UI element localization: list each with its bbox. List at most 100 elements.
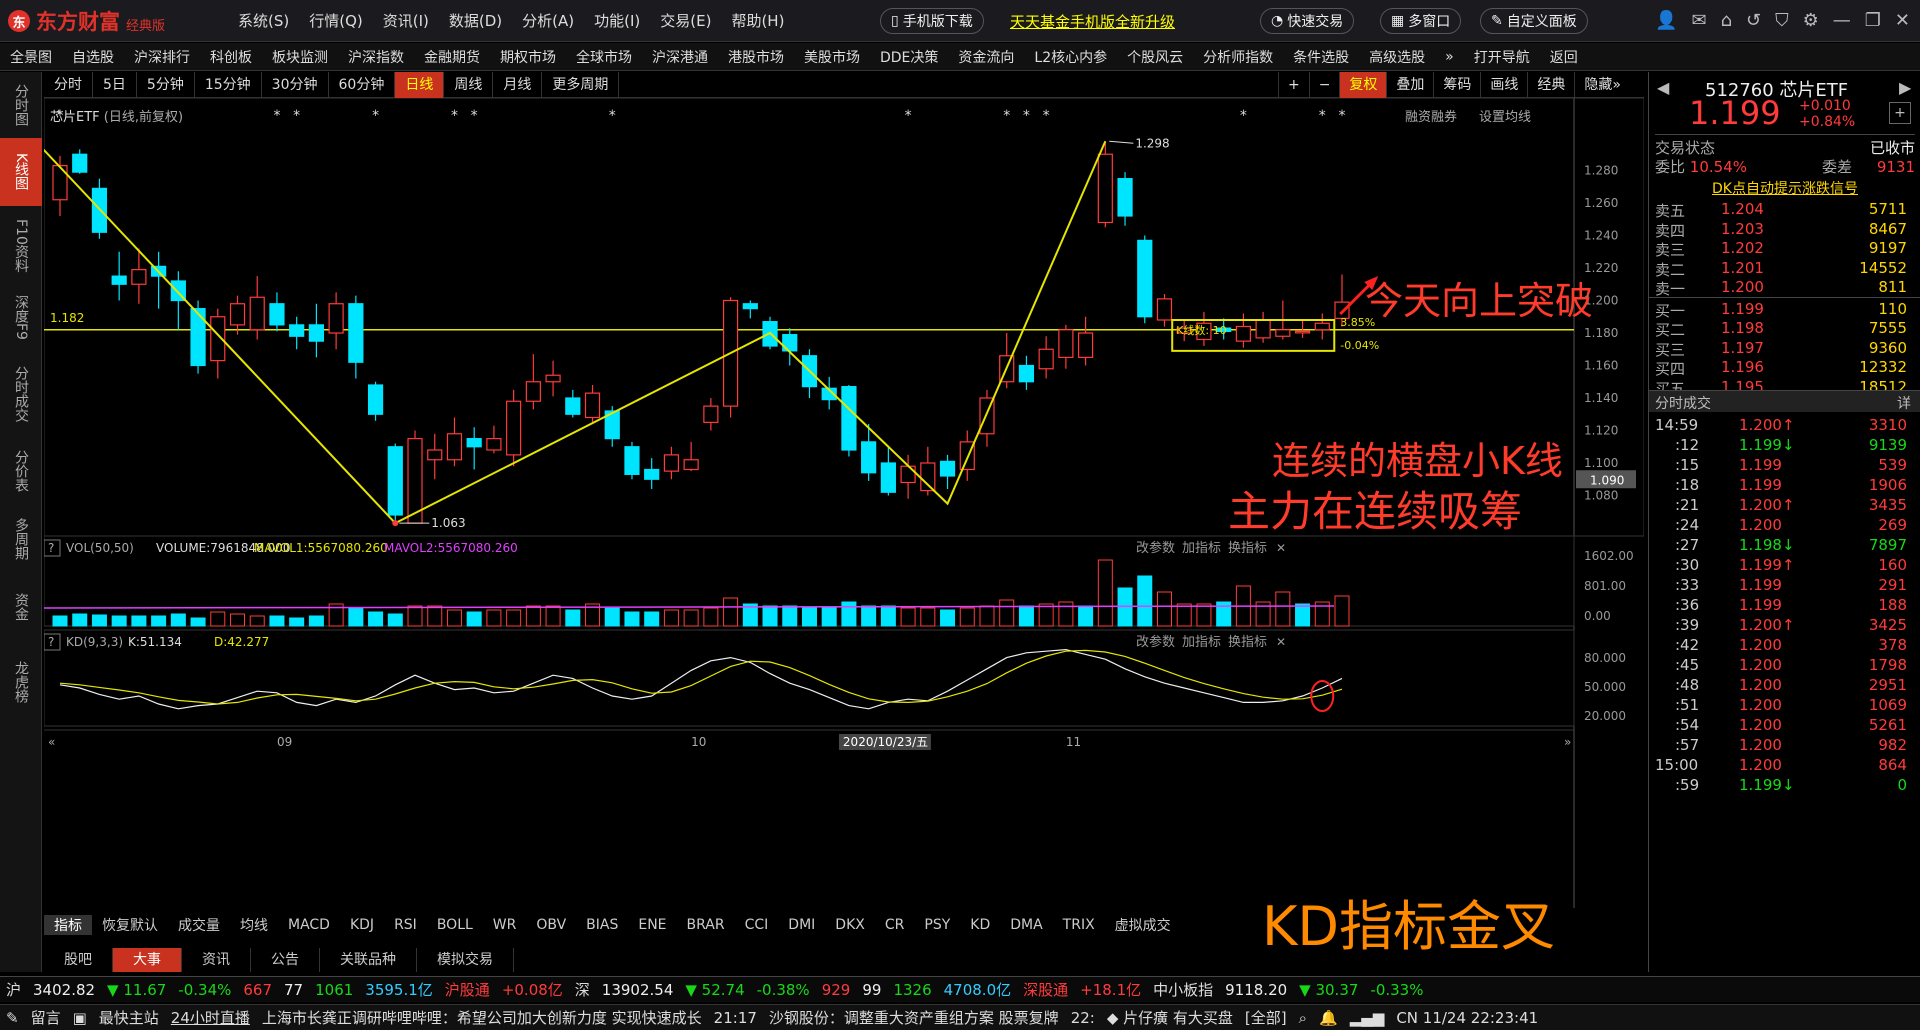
back-icon[interactable]: ↺ <box>1746 10 1761 31</box>
left-tab-1[interactable]: K线图 <box>0 138 42 206</box>
indicator-tab-12[interactable]: BRAR <box>677 917 735 933</box>
chart-tool-0[interactable]: + <box>1277 72 1309 98</box>
indicator-tab-5[interactable]: KDJ <box>340 917 384 933</box>
period-6[interactable]: 日线 <box>395 71 445 98</box>
nav-item-9[interactable]: 沪深港通 <box>642 47 718 67</box>
bottom-tab-3[interactable]: 公告 <box>251 948 320 972</box>
chart-tool-5[interactable]: 画线 <box>1480 72 1527 98</box>
nav-item-8[interactable]: 全球市场 <box>566 47 642 67</box>
chart-tool-3[interactable]: 叠加 <box>1386 72 1433 98</box>
nav-item-17[interactable]: 条件选股 <box>1283 47 1359 67</box>
minimize-icon[interactable]: — <box>1833 10 1851 31</box>
user-icon[interactable]: 👤 <box>1655 10 1677 31</box>
menu-item-0[interactable]: 系统(S) <box>238 10 289 31</box>
bottom-tab-0[interactable]: 股吧 <box>44 948 113 972</box>
chart-tool-1[interactable]: − <box>1308 72 1340 98</box>
indicator-tab-11[interactable]: ENE <box>628 917 676 933</box>
dk-signal-link[interactable]: DK点自动提示涨跌信号 <box>1649 178 1920 198</box>
indicator-tab-0[interactable]: 指标 <box>44 915 92 935</box>
bottom-tab-4[interactable]: 关联品种 <box>320 948 417 972</box>
multi-window-button[interactable]: ▦ 多窗口 <box>1380 8 1462 34</box>
nav-item-3[interactable]: 科创板 <box>200 47 262 67</box>
nav-item-6[interactable]: 金融期货 <box>414 47 490 67</box>
indicator-tab-10[interactable]: BIAS <box>576 917 628 933</box>
nav-item-19[interactable]: » <box>1435 49 1464 65</box>
nav-item-4[interactable]: 板块监测 <box>262 47 338 67</box>
custom-panel-button[interactable]: ✎ 自定义面板 <box>1480 8 1588 34</box>
left-tab-3[interactable]: 深度F9 <box>0 284 42 350</box>
period-0[interactable]: 分时 <box>44 71 93 98</box>
nav-item-15[interactable]: 个股风云 <box>1117 47 1193 67</box>
nav-item-20[interactable]: 打开导航 <box>1464 47 1540 67</box>
chart-tool-4[interactable]: 筹码 <box>1433 72 1480 98</box>
mobile-download-button[interactable]: ▯ 手机版下载 <box>880 8 984 34</box>
prev-security-arrow[interactable]: ◀ <box>1657 78 1669 97</box>
nav-item-14[interactable]: L2核心内参 <box>1024 47 1117 67</box>
left-tab-8[interactable]: 龙虎榜 <box>0 642 42 722</box>
menu-item-6[interactable]: 交易(E) <box>660 10 711 31</box>
menu-item-5[interactable]: 功能(I) <box>594 10 640 31</box>
menu-item-3[interactable]: 数据(D) <box>449 10 502 31</box>
menu-item-2[interactable]: 资讯(I) <box>383 10 429 31</box>
period-9[interactable]: 更多周期 <box>542 71 620 98</box>
live-link[interactable]: 24小时直播 <box>165 1007 256 1028</box>
period-2[interactable]: 5分钟 <box>137 71 195 98</box>
next-security-arrow[interactable]: ▶ <box>1899 78 1911 97</box>
chart-tool-7[interactable]: 隐藏» <box>1574 72 1630 98</box>
indicator-tab-2[interactable]: 成交量 <box>168 915 230 935</box>
period-4[interactable]: 30分钟 <box>262 71 329 98</box>
period-3[interactable]: 15分钟 <box>195 71 262 98</box>
indicator-tab-8[interactable]: WR <box>483 917 527 933</box>
period-5[interactable]: 60分钟 <box>329 71 396 98</box>
indicator-tab-15[interactable]: DKX <box>825 917 875 933</box>
indicator-tab-13[interactable]: CCI <box>735 917 779 933</box>
bottom-tab-5[interactable]: 模拟交易 <box>417 948 514 972</box>
indicator-tab-7[interactable]: BOLL <box>427 917 483 933</box>
news-item-1[interactable]: 上海市长龚正调研哔哩哔哩：希望公司加大创新力度 实现快速成长 <box>256 1007 708 1028</box>
message-icon[interactable]: ✎ <box>0 1009 25 1027</box>
nav-item-0[interactable]: 全景图 <box>0 47 62 67</box>
shirt-icon[interactable]: ⛉ <box>1775 10 1789 31</box>
indicator-tab-19[interactable]: DMA <box>1000 917 1052 933</box>
left-tab-6[interactable]: 多周期 <box>0 506 42 572</box>
news-item-3[interactable]: ◆ 片仔癀 有大买盘 <box>1101 1007 1239 1028</box>
indicator-tab-17[interactable]: PSY <box>914 917 960 933</box>
message-link[interactable]: 留言 <box>25 1007 67 1028</box>
period-1[interactable]: 5日 <box>93 71 137 98</box>
left-tab-7[interactable]: 资金 <box>0 574 42 640</box>
chart-tool-6[interactable]: 经典 <box>1527 72 1574 98</box>
bottom-tab-1[interactable]: 大事 <box>113 948 182 972</box>
home-icon[interactable]: ⌂ <box>1721 10 1732 31</box>
nav-item-1[interactable]: 自选股 <box>62 47 124 67</box>
restore-icon[interactable]: ❐ <box>1865 10 1881 31</box>
indicator-tab-18[interactable]: KD <box>960 917 1000 933</box>
nav-item-18[interactable]: 高级选股 <box>1359 47 1435 67</box>
indicator-tab-1[interactable]: 恢复默认 <box>92 915 168 935</box>
left-tab-5[interactable]: 分价表 <box>0 438 42 504</box>
nav-item-21[interactable]: 返回 <box>1540 47 1588 67</box>
news-item-2[interactable]: 沙钢股份：调整重大资产重组方案 股票复牌 <box>763 1007 1065 1028</box>
left-tab-4[interactable]: 分时成交 <box>0 352 42 436</box>
nav-item-11[interactable]: 美股市场 <box>794 47 870 67</box>
close-icon[interactable]: ✕ <box>1895 10 1910 31</box>
fast-server-link[interactable]: 最快主站 <box>93 1007 165 1028</box>
search-icon[interactable]: ⌕ <box>1293 1009 1313 1027</box>
indicator-tab-14[interactable]: DMI <box>778 917 825 933</box>
period-7[interactable]: 周线 <box>444 71 494 98</box>
nav-item-2[interactable]: 沪深排行 <box>124 47 200 67</box>
settings-icon[interactable]: ⚙ <box>1803 10 1819 31</box>
add-watch-icon[interactable]: + <box>1889 102 1911 124</box>
promo-link[interactable]: 天天基金手机版全新升级 <box>1010 11 1175 32</box>
nav-item-10[interactable]: 港股市场 <box>718 47 794 67</box>
nav-item-13[interactable]: 资金流向 <box>948 47 1024 67</box>
indicator-tab-21[interactable]: 虚拟成交 <box>1105 915 1181 935</box>
period-8[interactable]: 月线 <box>493 71 543 98</box>
bell-icon[interactable]: 🔔 <box>1313 1009 1344 1027</box>
left-tab-0[interactable]: 分时图 <box>0 72 42 138</box>
indicator-tab-3[interactable]: 均线 <box>230 915 278 935</box>
menu-item-1[interactable]: 行情(Q) <box>309 10 363 31</box>
chart-tool-2[interactable]: 复权 <box>1339 72 1387 98</box>
indicator-tab-16[interactable]: CR <box>875 917 915 933</box>
menu-item-4[interactable]: 分析(A) <box>522 10 574 31</box>
news-scope[interactable]: [全部] <box>1239 1007 1293 1028</box>
